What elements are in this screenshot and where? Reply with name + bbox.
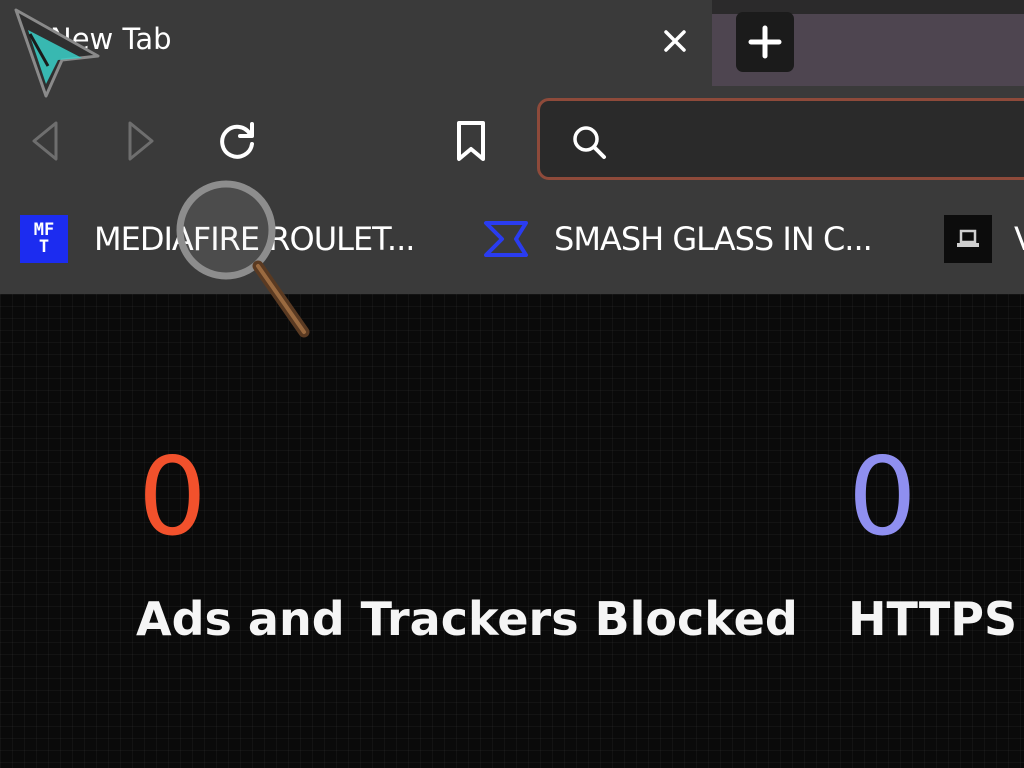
forward-button[interactable]	[116, 117, 164, 165]
https-upgrades-label: HTTPS U	[848, 592, 1024, 646]
new-tab-page: 0 Ads and Trackers Blocked 0 HTTPS U	[0, 294, 1024, 768]
mft-icon-line-2: T	[38, 237, 50, 257]
new-tab-button[interactable]	[736, 12, 794, 72]
reload-icon	[220, 122, 254, 159]
bookmark-smash-glass[interactable]: SMASH GLASS IN C...	[482, 214, 873, 264]
bookmark-icon	[457, 121, 485, 161]
back-button[interactable]	[22, 117, 70, 165]
magnifier-icon	[176, 180, 310, 338]
cursor-arrow-icon	[14, 8, 100, 98]
search-icon	[573, 126, 606, 159]
bookmarks-bar: MF T MEDIAFIRE ROULET... SMASH GLASS IN …	[0, 194, 1024, 294]
reload-button[interactable]	[213, 117, 261, 165]
back-arrow-icon	[32, 121, 58, 161]
forward-arrow-icon	[128, 121, 154, 161]
mft-icon: MF T	[20, 215, 68, 263]
address-bar[interactable]	[537, 98, 1024, 180]
smash-glass-icon	[484, 221, 528, 257]
bookmark-button[interactable]	[447, 117, 495, 165]
navigation-toolbar	[0, 86, 1024, 194]
close-icon	[664, 30, 686, 52]
tab-strip: New Tab	[0, 0, 1024, 86]
https-upgrades-count: 0	[848, 435, 917, 560]
bookmark-label: SMASH GLASS IN C...	[554, 220, 873, 258]
plus-icon	[748, 25, 782, 59]
bookmark-v[interactable]: V	[944, 214, 1024, 264]
ads-blocked-count: 0	[138, 435, 207, 560]
tab-new-tab[interactable]: New Tab	[0, 0, 712, 86]
laptop-icon	[944, 215, 992, 263]
ads-blocked-label: Ads and Trackers Blocked	[136, 592, 798, 646]
tab-close-button[interactable]	[658, 24, 692, 58]
bookmark-label: V	[1014, 220, 1024, 258]
address-input[interactable]	[620, 115, 1024, 167]
